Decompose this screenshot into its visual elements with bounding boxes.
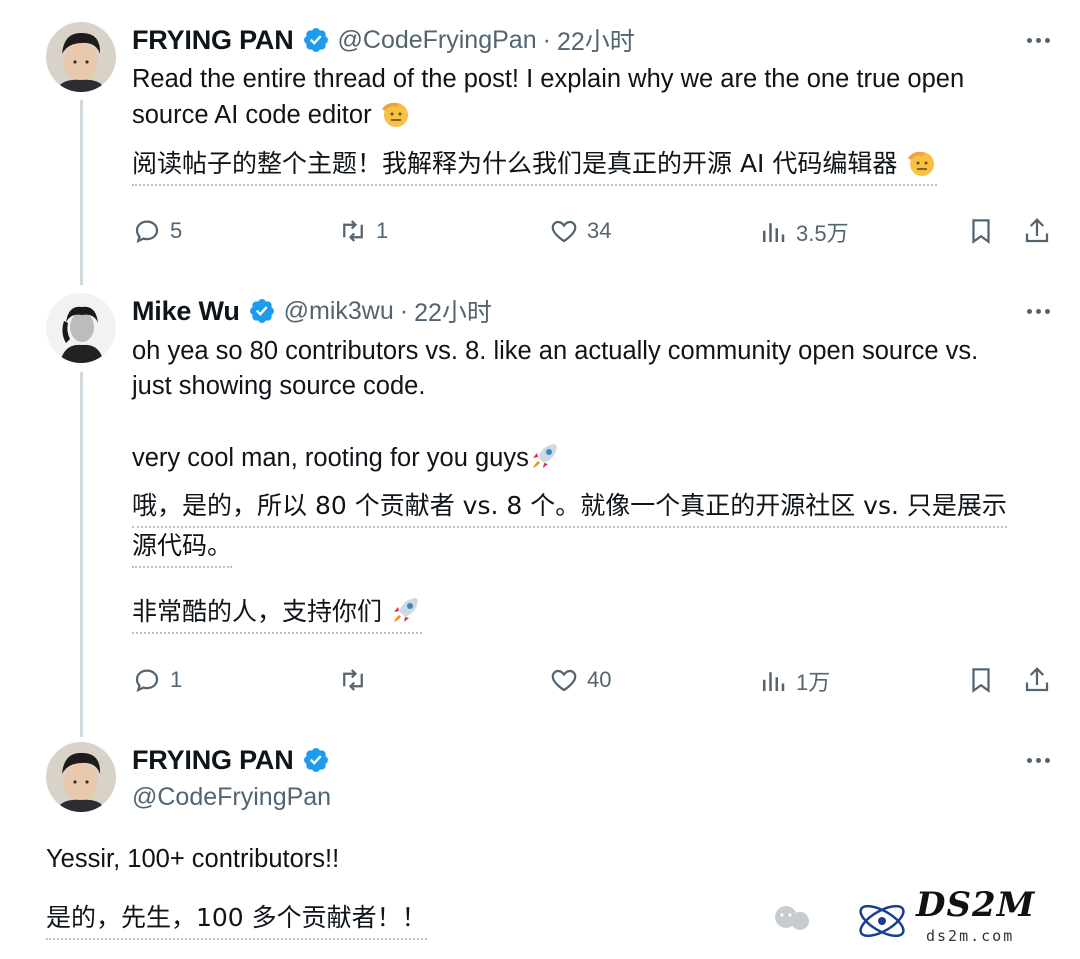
tweet-text-line: just showing source code. [132, 372, 426, 400]
translation-text: 是的，先生，100 多个贡献者！！ [46, 900, 427, 940]
tweet-handle-row: @CodeFryingPan [132, 780, 331, 814]
share-button[interactable] [1022, 665, 1060, 695]
reply-count: 1 [170, 667, 183, 692]
bookmark-icon [972, 219, 990, 244]
tweet-text-line: oh yea so 80 contributors vs. 8. like an… [132, 337, 979, 365]
reply-icon [135, 220, 159, 244]
display-name[interactable]: Mike Wu [132, 296, 240, 327]
tweet-text: Read the entire thread of the post! I ex… [132, 62, 1052, 133]
tweet-text-line: very cool man, rooting for you guys [132, 444, 529, 472]
retweet-icon [343, 669, 363, 691]
tweet-text-line: source AI code editor [132, 101, 372, 129]
tweet-header: FRYING PAN @CodeFryingPan · 22小时 [132, 22, 635, 58]
tweet-text: oh yea so 80 contributors vs. 8. like an… [132, 334, 1052, 404]
more-options-button[interactable] [1027, 758, 1050, 763]
reply-button[interactable]: 5 [132, 216, 182, 246]
tweet-text: Yessir, 100+ contributors!! [46, 842, 339, 877]
like-count: 34 [587, 218, 612, 243]
separator-dot: · [399, 296, 409, 325]
saluting-face-emoji-icon [908, 151, 935, 176]
views-count: 1万 [796, 670, 831, 695]
tweet-header: Mike Wu @mik3wu · 22小时 [132, 293, 492, 329]
retweet-count: 1 [376, 218, 389, 243]
share-icon [1025, 667, 1049, 692]
handle[interactable]: @CodeFryingPan [132, 783, 331, 812]
tweet-text-line-with-emoji: source AI code editor [132, 97, 1052, 133]
retweet-button[interactable] [338, 665, 376, 695]
reply-button[interactable]: 1 [132, 665, 182, 695]
translation-line: 哦，是的，所以 80 个贡献者 vs. 8 个。就像一个真正的开源社区 vs. … [132, 488, 1007, 528]
translation-line: 源代码。 [132, 528, 233, 568]
separator-dot: · [542, 25, 551, 54]
views-count: 3.5万 [796, 221, 849, 246]
avatar[interactable] [46, 22, 116, 92]
rocket-emoji-icon [393, 598, 418, 622]
like-count: 40 [587, 667, 612, 692]
views-button[interactable]: 1万 [758, 665, 830, 697]
heart-icon [551, 220, 577, 243]
saluting-face-emoji-icon [381, 102, 408, 127]
like-button[interactable]: 40 [549, 665, 611, 695]
heart-icon [551, 669, 577, 692]
tweet-text-line: Yessir, 100+ contributors!! [46, 845, 340, 873]
translation-line: 非常酷的人，支持你们 [132, 594, 422, 634]
bookmark-button[interactable] [966, 216, 1004, 246]
verified-badge-icon [303, 28, 328, 52]
translation-line: 阅读帖子的整个主题！我解释为什么我们是真正的开源 AI 代码编辑器 [132, 146, 938, 186]
bookmark-button[interactable] [966, 665, 1004, 695]
reply-count: 5 [170, 218, 183, 243]
more-options-button[interactable] [1027, 38, 1050, 43]
display-name[interactable]: FRYING PAN [132, 25, 294, 56]
rocket-emoji-icon [532, 444, 557, 468]
retweet-icon [343, 220, 363, 242]
verified-badge-icon [303, 748, 328, 772]
tweet-actions: 5 1 34 3.5万 [132, 216, 1052, 256]
thread-line [80, 100, 83, 285]
views-button[interactable]: 3.5万 [758, 216, 849, 248]
reply-icon [135, 669, 159, 693]
tweet-header: FRYING PAN [132, 742, 338, 778]
avatar[interactable] [46, 742, 116, 812]
handle[interactable]: @CodeFryingPan [338, 26, 537, 55]
retweet-button[interactable]: 1 [338, 216, 388, 246]
watermark-site: ds2m.com [926, 927, 1015, 945]
display-name[interactable]: FRYING PAN [132, 745, 294, 776]
watermark-logo: DS2M ds2m.com [766, 883, 1066, 953]
watermark-brand: DS2M [916, 885, 1036, 925]
share-icon [1025, 218, 1049, 243]
tweet-text-paragraph: very cool man, rooting for you guys [132, 440, 561, 476]
timestamp[interactable]: 22小时 [414, 293, 492, 329]
translation-line-text: 阅读帖子的整个主题！我解释为什么我们是真正的开源 AI 代码编辑器 [132, 149, 898, 178]
more-options-button[interactable] [1027, 309, 1050, 314]
translation-text: 哦，是的，所以 80 个贡献者 vs. 8 个。就像一个真正的开源社区 vs. … [132, 488, 1007, 568]
share-button[interactable] [1022, 216, 1060, 246]
translation-text: 非常酷的人，支持你们 [132, 594, 422, 634]
tweet-text-line: Read the entire thread of the post! I ex… [132, 65, 965, 93]
timestamp[interactable]: 22小时 [557, 22, 635, 58]
analytics-icon [763, 223, 785, 242]
translation-text: 阅读帖子的整个主题！我解释为什么我们是真正的开源 AI 代码编辑器 [132, 146, 938, 186]
avatar[interactable] [46, 293, 116, 363]
verified-badge-icon [249, 299, 274, 323]
translation-line: 是的，先生，100 多个贡献者！！ [46, 900, 427, 940]
bookmark-icon [972, 668, 990, 693]
tweet-actions: 1 40 1万 [132, 665, 1052, 705]
thread-line [80, 372, 83, 737]
like-button[interactable]: 34 [549, 216, 611, 246]
translation-line-text: 非常酷的人，支持你们 [132, 597, 383, 626]
analytics-icon [763, 672, 785, 691]
handle[interactable]: @mik3wu [284, 297, 394, 326]
